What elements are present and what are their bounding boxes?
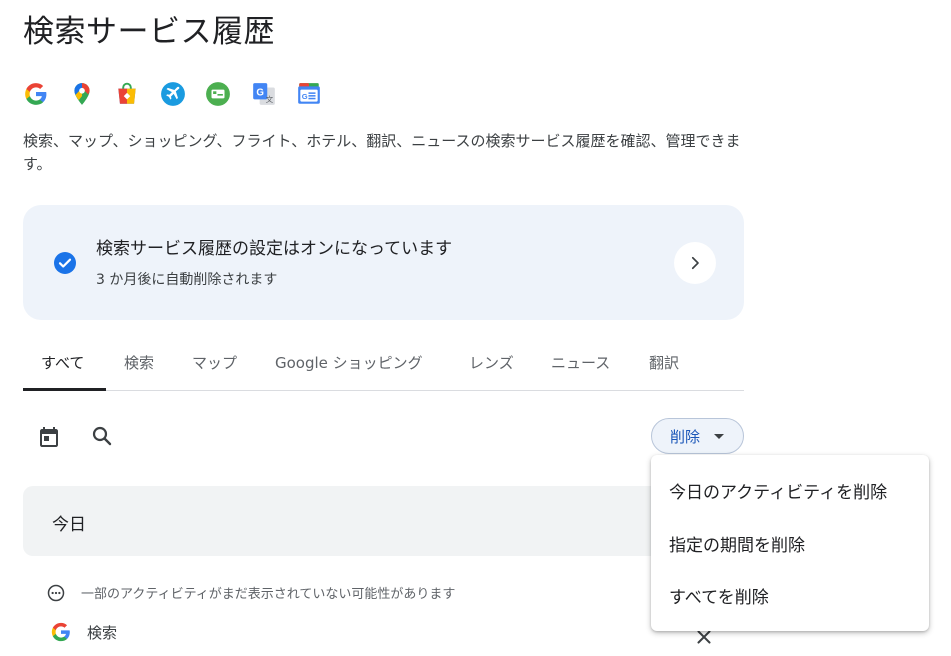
activity-item-search[interactable]: 検索 <box>50 621 117 643</box>
notice-text: 一部のアクティビティがまだ表示されていない可能性があります <box>81 587 456 602</box>
tab-lens[interactable]: レンズ <box>469 352 514 373</box>
setting-title: 検索サービス履歴の設定はオンになっています <box>96 239 453 259</box>
flights-icon[interactable] <box>160 81 186 107</box>
active-tab-indicator <box>23 388 106 391</box>
svg-text:G: G <box>256 88 264 99</box>
tab-translate[interactable]: 翻訳 <box>649 352 679 373</box>
tab-news[interactable]: ニュース <box>551 352 610 373</box>
shopping-icon[interactable] <box>114 81 140 107</box>
calendar-icon <box>40 427 58 447</box>
check-circle-icon <box>54 252 76 274</box>
menu-item-delete-today[interactable]: 今日のアクティビティを削除 <box>669 478 887 503</box>
caret-down-icon <box>714 433 725 439</box>
delete-button-label: 削除 <box>670 427 701 446</box>
svg-text:文: 文 <box>265 94 273 104</box>
maps-icon[interactable] <box>69 81 95 107</box>
calendar-button[interactable] <box>36 424 62 450</box>
today-section-header: 今日 <box>23 486 744 556</box>
chevron-right-icon <box>691 256 699 270</box>
google-icon <box>51 622 70 642</box>
history-setting-card[interactable]: 検索サービス履歴の設定はオンになっています 3 か月後に自動削除されます <box>23 205 744 320</box>
today-label: 今日 <box>52 515 86 535</box>
activity-item-label: 検索 <box>87 623 118 642</box>
menu-item-delete-all[interactable]: すべてを削除 <box>669 583 769 608</box>
tab-search[interactable]: 検索 <box>124 352 154 373</box>
search-icon <box>92 426 112 446</box>
svg-text:G: G <box>302 92 308 101</box>
search-button[interactable] <box>89 423 115 449</box>
delete-dropdown-button[interactable]: 削除 <box>651 418 744 454</box>
page-description: 検索、マップ、ショッピング、フライト、ホテル、翻訳、ニュースの検索サービス履歴を… <box>23 132 741 173</box>
tab-shopping[interactable]: Google ショッピング <box>275 352 423 373</box>
filter-tabs: すべて 検索 マップ Google ショッピング レンズ ニュース 翻訳 <box>23 338 744 391</box>
hotels-icon[interactable] <box>205 81 231 107</box>
menu-item-delete-range[interactable]: 指定の期間を削除 <box>669 531 805 556</box>
tab-maps[interactable]: マップ <box>192 352 237 373</box>
google-icon[interactable] <box>23 81 49 107</box>
translate-icon[interactable]: G文 <box>251 81 277 107</box>
delete-menu: 今日のアクティビティを削除 指定の期間を削除 すべてを削除 <box>651 455 929 631</box>
tab-all[interactable]: すべて <box>41 352 84 373</box>
more-horizontal-icon <box>47 584 65 601</box>
setting-subtitle: 3 か月後に自動削除されます <box>96 272 278 288</box>
pending-activity-notice: 一部のアクティビティがまだ表示されていない可能性があります <box>47 583 455 602</box>
news-icon[interactable]: G <box>296 81 322 107</box>
open-setting-button[interactable] <box>674 242 716 284</box>
product-icons: G文 G <box>23 81 342 107</box>
page-title: 検索サービス履歴 <box>23 14 275 50</box>
